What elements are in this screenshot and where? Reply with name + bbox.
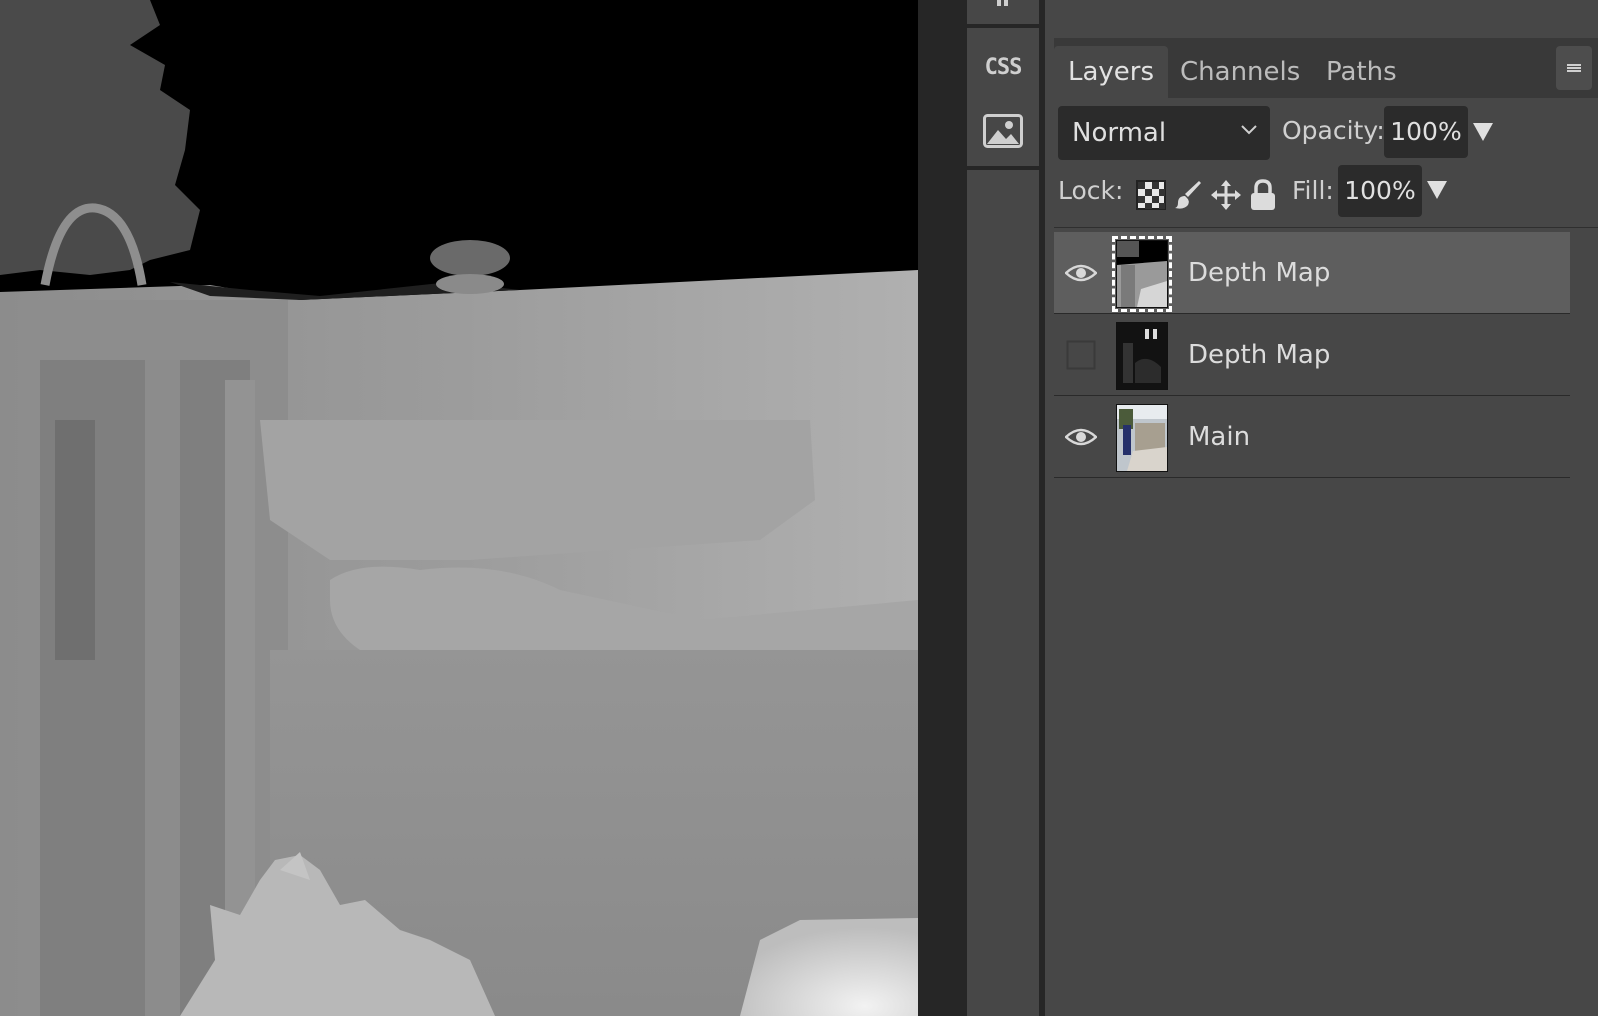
hidden-visibility-checkbox[interactable] bbox=[1064, 338, 1098, 372]
layer-row[interactable]: Depth Map bbox=[1054, 232, 1570, 314]
layer-thumbnail bbox=[1112, 236, 1172, 312]
layers-panel: Layers Channels Paths Normal Opacity: 10… bbox=[1054, 0, 1598, 1016]
fill-dropdown-icon[interactable] bbox=[1426, 180, 1448, 200]
panel-tab-bar: Layers Channels Paths bbox=[1054, 38, 1598, 98]
move-lock-icon[interactable] bbox=[1209, 178, 1243, 212]
eye-icon[interactable] bbox=[1064, 420, 1098, 454]
chevron-down-icon bbox=[1241, 125, 1257, 135]
layer-row[interactable]: Main bbox=[1054, 396, 1570, 478]
layer-name: Depth Map bbox=[1188, 340, 1331, 370]
panel-top-area bbox=[1054, 0, 1598, 39]
opacity-dropdown-icon[interactable] bbox=[1472, 122, 1494, 142]
tab-channels[interactable]: Channels bbox=[1166, 46, 1314, 98]
layer-thumbnail bbox=[1116, 322, 1168, 390]
tab-paths[interactable]: Paths bbox=[1312, 46, 1411, 98]
opacity-label: Opacity: bbox=[1282, 116, 1385, 145]
fill-label: Fill: bbox=[1292, 176, 1334, 205]
canvas-gutter bbox=[918, 0, 967, 1016]
eye-icon[interactable] bbox=[1064, 256, 1098, 290]
depth-map-image bbox=[0, 0, 918, 1016]
panel-menu-button[interactable] bbox=[1556, 46, 1592, 90]
layer-row[interactable]: Depth Map bbox=[1054, 314, 1570, 396]
side-tool-strip: CSS bbox=[967, 0, 1045, 1016]
tab-layers[interactable]: Layers bbox=[1054, 46, 1169, 98]
fill-input[interactable]: 100% bbox=[1338, 165, 1422, 217]
opacity-input[interactable]: 100% bbox=[1384, 106, 1468, 158]
css-icon[interactable]: CSS bbox=[967, 36, 1039, 98]
layer-thumbnail bbox=[1116, 404, 1168, 472]
padlock-icon[interactable] bbox=[1246, 178, 1280, 212]
strip-separator bbox=[967, 24, 1039, 28]
hamburger-icon bbox=[1567, 64, 1581, 72]
lock-label: Lock: bbox=[1058, 176, 1124, 205]
blend-mode-select[interactable]: Normal bbox=[1058, 106, 1270, 160]
image-canvas[interactable] bbox=[0, 0, 918, 1016]
image-icon[interactable] bbox=[967, 100, 1039, 162]
strip-group-top bbox=[967, 0, 1039, 24]
blend-mode-value: Normal bbox=[1072, 118, 1167, 148]
layers-list-separator bbox=[1054, 227, 1598, 228]
css-label: CSS bbox=[984, 54, 1023, 80]
layer-name: Depth Map bbox=[1188, 258, 1331, 288]
pause-icon[interactable] bbox=[967, 0, 1039, 20]
brush-lock-icon[interactable] bbox=[1172, 178, 1206, 212]
strip-separator bbox=[967, 166, 1039, 170]
strip-group-main: CSS bbox=[967, 30, 1039, 166]
layer-name: Main bbox=[1188, 422, 1251, 452]
transparency-lock-icon[interactable] bbox=[1134, 178, 1168, 212]
